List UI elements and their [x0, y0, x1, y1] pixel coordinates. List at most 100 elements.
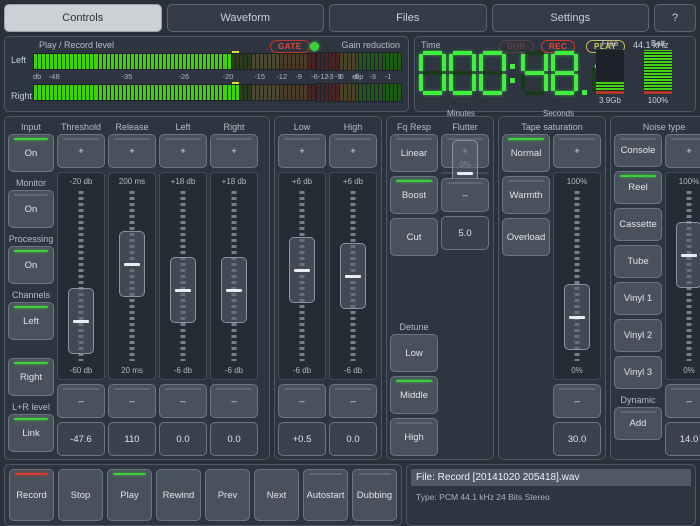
tape-saturation-increment-button[interactable]: +: [553, 134, 601, 168]
gr-scale-tick: -12: [317, 72, 329, 81]
sidebar-toggle-link-5[interactable]: Link: [8, 414, 54, 452]
meter-segment: [167, 85, 171, 100]
tab-files[interactable]: Files: [329, 4, 487, 32]
sidebar-toggle-on-0[interactable]: On: [8, 134, 54, 172]
left-increment-button[interactable]: +: [159, 134, 207, 168]
right-increment-button[interactable]: +: [210, 134, 258, 168]
tape-saturation-slider-thumb[interactable]: [564, 284, 590, 351]
eq-low-slider[interactable]: +6 db -6 db: [278, 172, 326, 380]
sidebar-toggles: Input On Monitor On Processing On Channels Left…: [8, 120, 54, 456]
tape-saturation-value[interactable]: 30.0: [553, 422, 601, 456]
tab-settings[interactable]: Settings: [491, 4, 649, 32]
meter-segment: [167, 54, 171, 69]
noise-tube-button[interactable]: Tube: [614, 245, 662, 278]
noise-type-increment-button[interactable]: +: [665, 134, 700, 168]
sidebar-toggle-on-2[interactable]: On: [8, 246, 54, 284]
meter-segment: [235, 54, 239, 69]
detune-low-button-label: Low: [405, 347, 423, 359]
transport-dubbing-button[interactable]: Dubbing: [352, 469, 397, 521]
transport-stop-button[interactable]: Stop: [58, 469, 103, 521]
gr-segment: [340, 53, 344, 70]
eq-low-decrement-button[interactable]: –: [278, 384, 326, 418]
meter-segment: [308, 54, 312, 69]
tape-saturation-slider[interactable]: 100% 0%: [553, 172, 601, 380]
left-slider[interactable]: +18 db -6 db: [159, 172, 207, 380]
left-increment-button-label: +: [180, 145, 186, 157]
fqresp-boost-button[interactable]: Boost: [390, 176, 438, 214]
meter-segment: [163, 85, 167, 100]
tape-overload-button[interactable]: Overload: [502, 218, 550, 256]
transport-play-button-label: Play: [120, 489, 139, 501]
release-value[interactable]: 110: [108, 422, 156, 456]
detune-low-button[interactable]: Low: [390, 334, 438, 372]
threshold-decrement-button[interactable]: –: [57, 384, 105, 418]
tape-normal-button[interactable]: Normal: [502, 134, 550, 172]
eq-low-increment-button[interactable]: +: [278, 134, 326, 168]
meter-segment: [223, 85, 227, 100]
threshold-slider[interactable]: -20 db -60 db: [57, 172, 105, 380]
transport-prev-button[interactable]: Prev: [205, 469, 250, 521]
transport-rewind-button[interactable]: Rewind: [156, 469, 201, 521]
tab-controls[interactable]: Controls: [4, 4, 162, 32]
noise-vinyl-1-button[interactable]: Vinyl 1: [614, 282, 662, 315]
left-decrement-button[interactable]: –: [159, 384, 207, 418]
transport-next-button[interactable]: Next: [254, 469, 299, 521]
noise-type-slider[interactable]: 100% 0%: [665, 172, 700, 380]
eq-low-slider-thumb[interactable]: [289, 236, 315, 303]
fqresp-cut-button[interactable]: Cut: [390, 218, 438, 256]
eq-high-slider-thumb[interactable]: [340, 243, 366, 309]
sidebar-toggle-right-4[interactable]: Right: [8, 358, 54, 396]
left-slider-top-value: +18 db: [170, 177, 196, 186]
detune-high-button[interactable]: High: [390, 418, 438, 456]
noise-reel-button[interactable]: Reel: [614, 171, 662, 204]
transport-play-button[interactable]: Play: [107, 469, 152, 521]
left-value[interactable]: 0.0: [159, 422, 207, 456]
noise-vinyl-3-button[interactable]: Vinyl 3: [614, 356, 662, 389]
threshold-slider-thumb[interactable]: [68, 288, 94, 355]
noise-type-value[interactable]: 14.0: [665, 422, 700, 456]
meter-segment: [207, 85, 211, 100]
flutter-decrement-button-label: –: [462, 189, 468, 201]
tab-waveform[interactable]: Waveform: [166, 4, 324, 32]
led-indicator-icon: [14, 306, 48, 308]
threshold-value[interactable]: -47.6: [57, 422, 105, 456]
threshold-increment-button[interactable]: +: [57, 134, 105, 168]
noise-vinyl-2-button[interactable]: Vinyl 2: [614, 319, 662, 352]
meter-segment: [219, 85, 223, 100]
sidebar-toggle-left-3[interactable]: Left: [8, 302, 54, 340]
noise-console-button[interactable]: Console: [614, 134, 662, 167]
eq-low-value[interactable]: +0.5: [278, 422, 326, 456]
tape-saturation-value-label: 30.0: [567, 433, 587, 445]
fqresp-linear-button[interactable]: Linear: [390, 134, 438, 172]
noise-type-slider-thumb[interactable]: [676, 222, 700, 289]
meter-segment: [263, 85, 267, 100]
meter-scale-tick: -26: [178, 72, 190, 81]
noise-add-button[interactable]: Add: [614, 407, 662, 440]
eq-high-decrement-button[interactable]: –: [329, 384, 377, 418]
right-slider-thumb[interactable]: [221, 257, 247, 324]
release-slider[interactable]: 200 ms 20 ms: [108, 172, 156, 380]
right-decrement-button[interactable]: –: [210, 384, 258, 418]
right-value[interactable]: 0.0: [210, 422, 258, 456]
gr-segment: [378, 53, 382, 70]
sidebar-toggle-on-1[interactable]: On: [8, 190, 54, 228]
eq-high-value[interactable]: 0.0: [329, 422, 377, 456]
release-slider-thumb[interactable]: [119, 230, 145, 297]
tab-help[interactable]: ?: [654, 4, 696, 32]
flutter-decrement-button[interactable]: –: [441, 178, 489, 212]
tape-saturation-decrement-button[interactable]: –: [553, 384, 601, 418]
tape-warmth-button[interactable]: Warmth: [502, 176, 550, 214]
eq-high-increment-button[interactable]: +: [329, 134, 377, 168]
flutter-slider[interactable]: 100%0%: [441, 140, 489, 206]
right-slider[interactable]: +18 db -6 db: [210, 172, 258, 380]
transport-autostart-button[interactable]: Autostart: [303, 469, 348, 521]
noise-type-decrement-button[interactable]: –: [665, 384, 700, 418]
release-decrement-button[interactable]: –: [108, 384, 156, 418]
eq-high-slider[interactable]: +6 db -6 db: [329, 172, 377, 380]
transport-record-button[interactable]: Record: [9, 469, 54, 521]
left-slider-thumb[interactable]: [170, 257, 196, 324]
noise-cassette-button[interactable]: Cassette: [614, 208, 662, 241]
release-increment-button[interactable]: +: [108, 134, 156, 168]
detune-middle-button[interactable]: Middle: [390, 376, 438, 414]
flutter-value[interactable]: 5.0: [441, 216, 489, 250]
